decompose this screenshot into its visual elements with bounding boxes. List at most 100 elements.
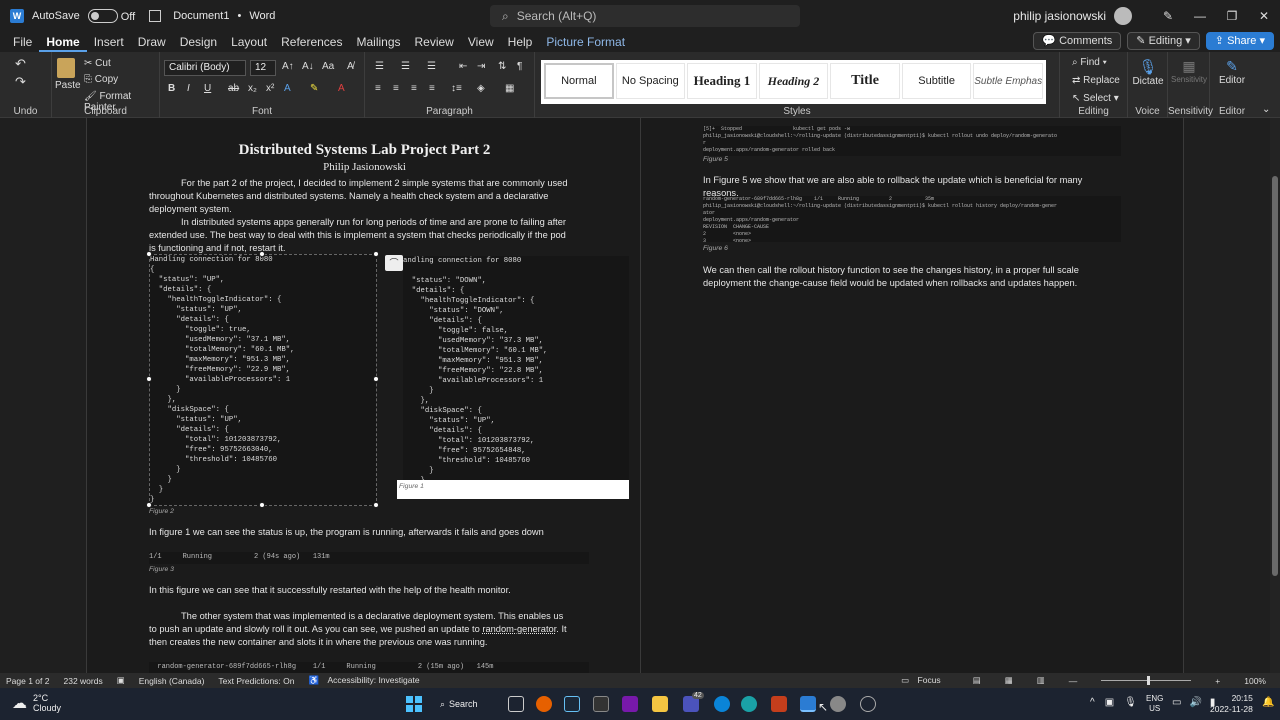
style-heading-2[interactable]: Heading 2 bbox=[758, 63, 829, 99]
shrink-font-icon[interactable]: A↓ bbox=[302, 61, 314, 72]
align-left-icon[interactable]: ≡ bbox=[375, 83, 381, 94]
align-center-icon[interactable]: ≡ bbox=[393, 83, 399, 94]
resize-handle[interactable] bbox=[259, 251, 265, 257]
save-icon[interactable] bbox=[149, 9, 162, 22]
page-2[interactable]: [5]+ Stopped kubectl get pods -w philip_… bbox=[641, 118, 1184, 673]
resize-handle[interactable] bbox=[373, 376, 379, 382]
app-2-icon[interactable] bbox=[860, 696, 876, 712]
tab-draw[interactable]: Draw bbox=[131, 32, 173, 52]
highlight-icon[interactable]: ✎ bbox=[310, 83, 318, 94]
style-subtle-emphasis[interactable]: Subtle Emphas bbox=[973, 63, 1043, 99]
figure-1-image[interactable]: andling connection for 8080 "status": "D… bbox=[403, 256, 629, 480]
layout-options-icon[interactable]: ⌒ bbox=[385, 255, 403, 271]
multilevel-list-icon[interactable]: ☰ bbox=[427, 61, 436, 72]
steam-icon[interactable] bbox=[564, 696, 580, 712]
justify-icon[interactable]: ≡ bbox=[429, 83, 435, 94]
chrome-icon[interactable] bbox=[830, 696, 846, 712]
powerpoint-icon[interactable] bbox=[771, 696, 787, 712]
scrollbar-thumb[interactable] bbox=[1272, 176, 1278, 576]
text-predictions-status[interactable]: Text Predictions: On bbox=[218, 676, 294, 686]
comments-button[interactable]: 💬 Comments bbox=[1033, 32, 1122, 50]
font-size-select[interactable]: 12 bbox=[250, 60, 276, 76]
minimize-icon[interactable]: — bbox=[1184, 0, 1216, 32]
text-effects-icon[interactable]: A bbox=[284, 83, 291, 94]
show-marks-icon[interactable]: ¶ bbox=[517, 61, 522, 72]
tray-app-icon[interactable]: ▣ bbox=[1105, 697, 1114, 708]
editor-button[interactable]: ✎ Editor bbox=[1212, 58, 1252, 86]
edge-icon[interactable] bbox=[741, 696, 757, 712]
tab-review[interactable]: Review bbox=[408, 32, 461, 52]
editing-mode-button[interactable]: ✎ Editing ▾ bbox=[1127, 32, 1200, 50]
tab-home[interactable]: Home bbox=[39, 32, 87, 52]
figure-2-image[interactable]: Handling connection for 8080 { "status":… bbox=[149, 254, 377, 506]
align-right-icon[interactable]: ≡ bbox=[411, 83, 417, 94]
show-hidden-icons[interactable]: ^ bbox=[1090, 697, 1095, 708]
zoom-level[interactable]: 100% bbox=[1244, 676, 1266, 686]
paste-button[interactable]: Paste bbox=[55, 58, 81, 91]
clock[interactable]: 20:15 2022-11-28 bbox=[1210, 693, 1253, 715]
superscript-icon[interactable]: x² bbox=[266, 83, 274, 94]
tab-file[interactable]: File bbox=[6, 32, 39, 52]
language-status[interactable]: English (Canada) bbox=[139, 676, 205, 686]
italic-icon[interactable]: I bbox=[187, 83, 190, 94]
zoom-slider-thumb[interactable] bbox=[1147, 676, 1151, 685]
select-button[interactable]: ↖ Select ▾ bbox=[1072, 93, 1119, 104]
sort-icon[interactable]: ⇅ bbox=[498, 61, 506, 72]
page-count[interactable]: Page 1 of 2 bbox=[6, 676, 49, 686]
bullets-icon[interactable]: ☰ bbox=[375, 61, 384, 72]
page-1[interactable]: Distributed Systems Lab Project Part 2 P… bbox=[86, 118, 641, 673]
grow-font-icon[interactable]: A↑ bbox=[282, 61, 294, 72]
share-button[interactable]: ⇪ Share ▾ bbox=[1205, 32, 1274, 50]
file-explorer-icon[interactable] bbox=[652, 696, 668, 712]
line-spacing-icon[interactable]: ↕≡ bbox=[451, 83, 462, 94]
microphone-icon[interactable]: 🎙 bbox=[1124, 697, 1137, 708]
word-taskbar-icon[interactable] bbox=[800, 696, 816, 712]
zoom-slider[interactable] bbox=[1101, 676, 1192, 685]
zoom-in-icon[interactable]: + bbox=[1215, 676, 1220, 686]
undo-icon[interactable]: ↶ bbox=[15, 56, 26, 72]
find-button[interactable]: ⌕ Find ▾ bbox=[1072, 57, 1107, 68]
start-button[interactable] bbox=[406, 696, 422, 712]
focus-button[interactable]: ▭ Focus bbox=[901, 675, 949, 686]
random-generator-link[interactable]: random-generator bbox=[482, 624, 556, 634]
replace-button[interactable]: ⇄ Replace bbox=[1072, 75, 1120, 86]
search-input[interactable]: ⌕ Search (Alt+Q) bbox=[490, 5, 800, 27]
numbering-icon[interactable]: ☰ bbox=[401, 61, 410, 72]
task-view-icon[interactable] bbox=[508, 696, 524, 712]
tab-help[interactable]: Help bbox=[501, 32, 540, 52]
close-icon[interactable]: ✕ bbox=[1248, 0, 1280, 32]
dictate-button[interactable]: 🎙 Dictate bbox=[1130, 58, 1166, 87]
accessibility-status[interactable]: ♿ Accessibility: Investigate bbox=[308, 675, 427, 686]
shading-icon[interactable]: ◈ bbox=[477, 83, 485, 94]
change-case-icon[interactable]: Aa bbox=[322, 61, 334, 72]
increase-indent-icon[interactable]: ⇥ bbox=[477, 61, 485, 72]
zoom-out-icon[interactable]: — bbox=[1069, 676, 1078, 686]
tab-design[interactable]: Design bbox=[173, 32, 224, 52]
font-color-icon[interactable]: A bbox=[338, 83, 345, 94]
subscript-icon[interactable]: x₂ bbox=[248, 83, 257, 94]
tab-layout[interactable]: Layout bbox=[224, 32, 274, 52]
resize-handle[interactable] bbox=[259, 502, 265, 508]
quick-settings[interactable]: ▭ 🔊 ▮ bbox=[1172, 697, 1215, 708]
style-title[interactable]: Title bbox=[830, 63, 900, 99]
cut-button[interactable]: ✂ Cut bbox=[84, 58, 111, 69]
pen-icon[interactable]: ✎ bbox=[1152, 0, 1184, 32]
redo-icon[interactable]: ↷ bbox=[15, 74, 26, 90]
taskbar-search[interactable]: ⌕ Search bbox=[440, 695, 496, 713]
style-no-spacing[interactable]: No Spacing bbox=[615, 63, 686, 99]
firefox-icon[interactable] bbox=[536, 696, 552, 712]
style-heading-1[interactable]: Heading 1 bbox=[687, 63, 757, 99]
weather-widget[interactable]: ☁ 2°C Cloudy bbox=[12, 693, 61, 713]
underline-icon[interactable]: U bbox=[204, 83, 211, 94]
resize-handle[interactable] bbox=[373, 502, 379, 508]
decrease-indent-icon[interactable]: ⇤ bbox=[459, 61, 467, 72]
autosave-toggle[interactable]: Off bbox=[87, 9, 135, 24]
sensitivity-button[interactable]: ▦ Sensitivity bbox=[1169, 58, 1209, 84]
vertical-scrollbar[interactable] bbox=[1270, 118, 1280, 673]
font-name-select[interactable]: Calibri (Body) bbox=[164, 60, 246, 76]
clear-format-icon[interactable]: A̸ bbox=[347, 61, 354, 72]
app-icon[interactable] bbox=[714, 696, 730, 712]
word-count[interactable]: 232 words bbox=[63, 676, 102, 686]
read-mode-icon[interactable]: ▤ bbox=[973, 675, 981, 686]
tab-mailings[interactable]: Mailings bbox=[349, 32, 407, 52]
